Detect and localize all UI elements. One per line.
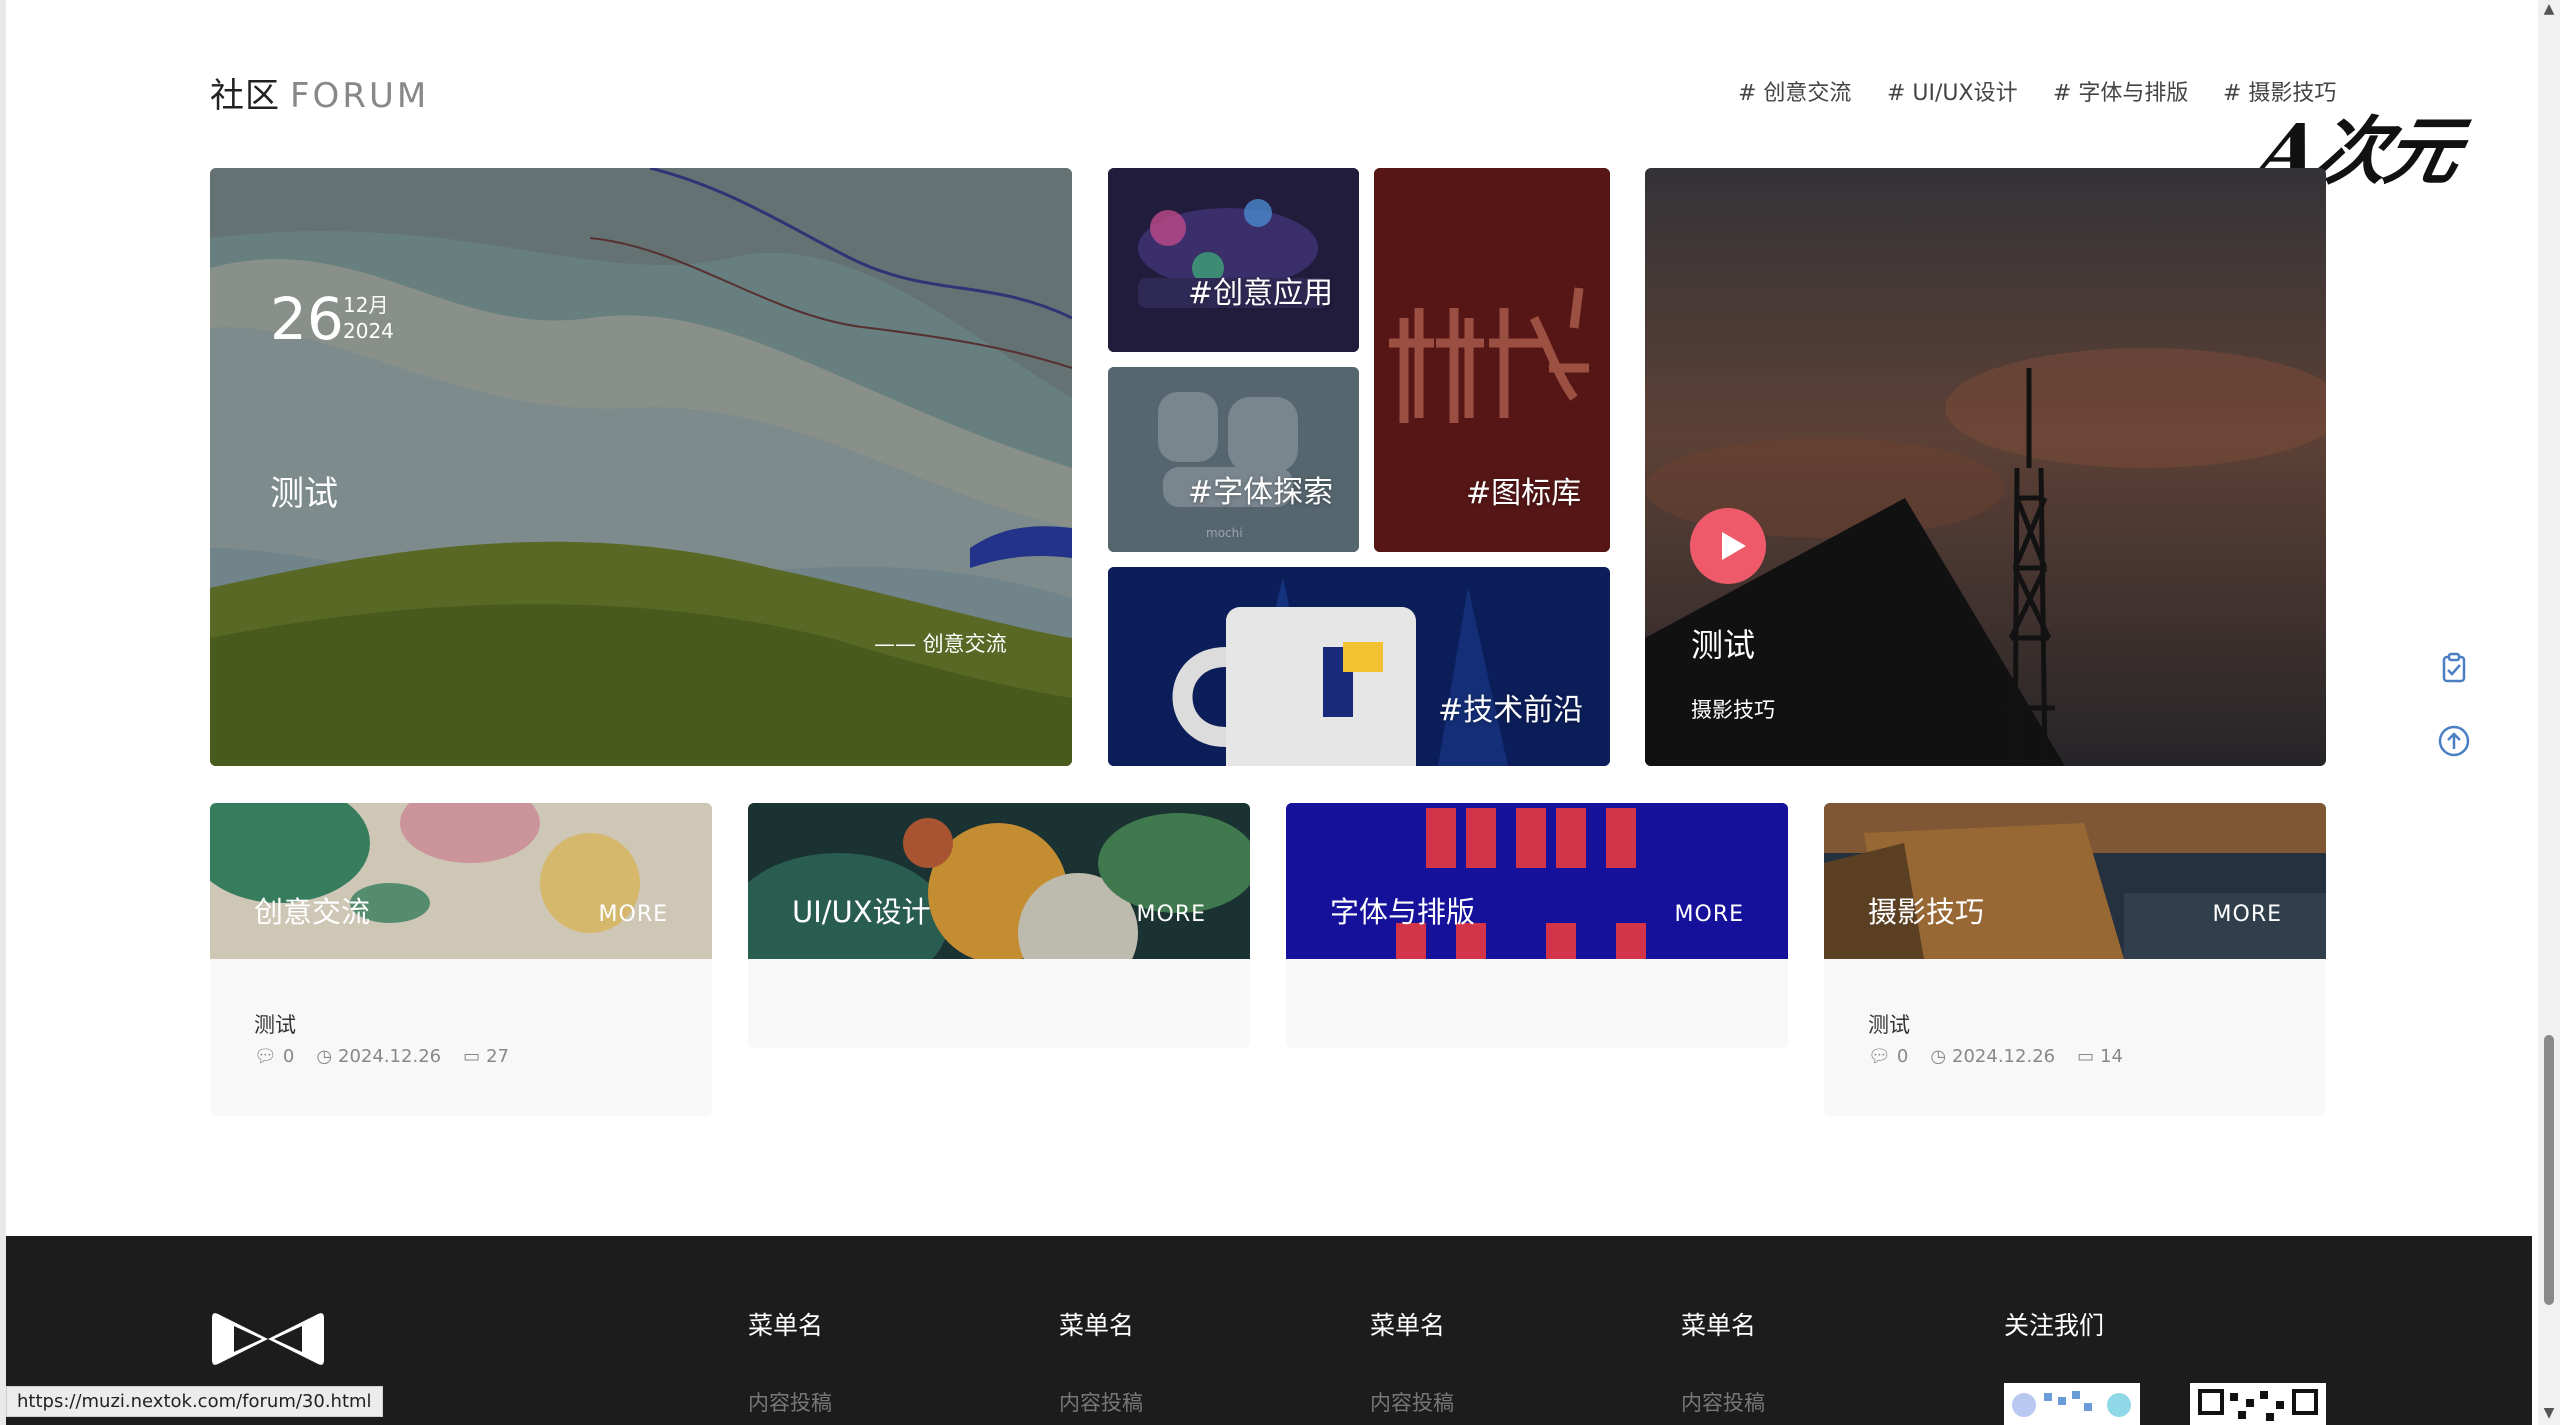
video-post-card[interactable] bbox=[1645, 168, 2326, 766]
tag-link-typography[interactable]: # 字体与排版 bbox=[2053, 75, 2188, 107]
footer-qr-code-2[interactable] bbox=[2190, 1383, 2326, 1425]
video-category[interactable]: 摄影技巧 bbox=[1691, 694, 1775, 724]
scroll-down-arrow-icon[interactable]: ▼ bbox=[2542, 1406, 2556, 1420]
category-post-meta: 💬︎ 0 ◷ 2024.12.26 ▭ 27 bbox=[254, 1046, 509, 1067]
clock-icon: ◷ bbox=[1930, 1046, 1947, 1067]
footer-qr-code-1[interactable] bbox=[2004, 1383, 2140, 1425]
comment-icon: 💬︎ bbox=[1868, 1046, 1891, 1067]
category-photography-art bbox=[1824, 803, 2326, 959]
category-banner-typography: 字体与排版 MORE bbox=[1286, 803, 1788, 959]
footer-menu-head-3[interactable]: 菜单名 bbox=[1370, 1306, 1445, 1342]
tag-link-uiux[interactable]: # UI/UX设计 bbox=[1887, 75, 2018, 107]
featured-date-month: 12月 bbox=[343, 293, 389, 317]
book-icon: ▭ bbox=[2077, 1046, 2095, 1067]
category-name-uiux: UI/UX设计 bbox=[792, 895, 931, 929]
view-count: 14 bbox=[2100, 1046, 2124, 1067]
featured-post-card[interactable] bbox=[210, 168, 1072, 766]
back-to-top-icon[interactable] bbox=[2436, 723, 2472, 759]
tile-icon-library-label: #图标库 bbox=[1466, 476, 1582, 511]
status-bar-url: https://muzi.nextok.com/forum/30.html bbox=[6, 1386, 383, 1417]
comment-count: 0 bbox=[1896, 1046, 1909, 1067]
footer-menu-item-4[interactable]: 内容投稿 bbox=[1681, 1387, 1765, 1417]
forum-heading: 社区 FORUM bbox=[210, 68, 429, 117]
category-typography-art bbox=[1286, 803, 1788, 959]
page-left-border bbox=[0, 0, 6, 1425]
category-uiux-art bbox=[748, 803, 1250, 959]
category-more-photography[interactable]: MORE bbox=[2213, 902, 2282, 927]
footer-menu-item-2[interactable]: 内容投稿 bbox=[1059, 1387, 1143, 1417]
footer-menu-head-4[interactable]: 菜单名 bbox=[1681, 1306, 1756, 1342]
post-date: 2024.12.26 bbox=[1952, 1046, 2056, 1067]
category-name-creative: 创意交流 bbox=[254, 895, 371, 929]
tile-tech-frontier-art bbox=[1108, 567, 1610, 766]
category-card-uiux[interactable]: UI/UX设计 MORE bbox=[748, 803, 1250, 1048]
featured-illustration bbox=[210, 168, 1072, 766]
site-footer bbox=[6, 1236, 2532, 1425]
tile-font-explore-art: mochi bbox=[1108, 367, 1359, 552]
forum-title-en: FORUM bbox=[290, 76, 430, 116]
comment-icon: 💬︎ bbox=[254, 1046, 277, 1067]
category-post-title[interactable]: 测试 bbox=[254, 1009, 296, 1039]
footer-menu-head-2[interactable]: 菜单名 bbox=[1059, 1306, 1134, 1342]
tile-tech-frontier[interactable]: #技术前沿 bbox=[1108, 567, 1610, 766]
featured-date-monthyear: 12月 2024 bbox=[343, 292, 394, 344]
category-banner-uiux: UI/UX设计 MORE bbox=[748, 803, 1250, 959]
footer-menu-head-1[interactable]: 菜单名 bbox=[748, 1306, 823, 1342]
category-card-typography[interactable]: 字体与排版 MORE bbox=[1286, 803, 1788, 1048]
category-post-title[interactable]: 测试 bbox=[1868, 1009, 1910, 1039]
tile-font-explore-watermark: mochi bbox=[1206, 526, 1243, 540]
footer-menu-item-3[interactable]: 内容投稿 bbox=[1370, 1387, 1454, 1417]
category-more-uiux[interactable]: MORE bbox=[1137, 902, 1206, 927]
tag-link-creative[interactable]: # 创意交流 bbox=[1738, 75, 1851, 107]
tile-creative-apps[interactable]: #创意应用 bbox=[1108, 168, 1359, 352]
play-icon bbox=[1722, 532, 1746, 560]
tile-creative-apps-art bbox=[1108, 168, 1359, 352]
tile-tech-frontier-label: #技术前沿 bbox=[1438, 693, 1584, 728]
video-thumbnail bbox=[1645, 168, 2326, 766]
featured-date-day: 26 bbox=[270, 285, 344, 353]
featured-date-year: 2024 bbox=[343, 319, 394, 343]
tile-icon-library[interactable]: #图标库 bbox=[1374, 168, 1610, 552]
category-post-meta: 💬︎ 0 ◷ 2024.12.26 ▭ 14 bbox=[1868, 1046, 2123, 1067]
scrollbar-thumb[interactable] bbox=[2544, 1035, 2554, 1305]
tile-creative-apps-label: #创意应用 bbox=[1188, 276, 1334, 311]
category-more-creative[interactable]: MORE bbox=[599, 902, 668, 927]
view-count: 27 bbox=[486, 1046, 510, 1067]
category-card-photography[interactable]: 摄影技巧 MORE 测试 💬︎ 0 ◷ 2024.12.26 ▭ 14 bbox=[1824, 803, 2326, 1116]
footer-menu-item-1[interactable]: 内容投稿 bbox=[748, 1387, 832, 1417]
category-name-photography: 摄影技巧 bbox=[1868, 895, 1985, 929]
comment-count: 0 bbox=[282, 1046, 295, 1067]
category-card-creative[interactable]: 创意交流 MORE 测试 💬︎ 0 ◷ 2024.12.26 ▭ 27 bbox=[210, 803, 712, 1116]
category-banner-creative: 创意交流 MORE bbox=[210, 803, 712, 959]
book-icon: ▭ bbox=[463, 1046, 481, 1067]
category-creative-art bbox=[210, 803, 712, 959]
category-name-typography: 字体与排版 bbox=[1330, 895, 1476, 929]
footer-logo-icon[interactable] bbox=[210, 1308, 326, 1370]
clipboard-check-icon[interactable] bbox=[2436, 650, 2472, 686]
featured-title[interactable]: 测试 bbox=[270, 466, 338, 515]
tile-font-explore-label: #字体探索 bbox=[1188, 475, 1334, 510]
scroll-up-arrow-icon[interactable]: ▲ bbox=[2542, 2, 2556, 16]
category-more-typography[interactable]: MORE bbox=[1675, 902, 1744, 927]
featured-category[interactable]: —— 创意交流 bbox=[874, 628, 1007, 658]
tile-font-explore[interactable]: mochi #字体探索 bbox=[1108, 367, 1359, 552]
footer-follow-head: 关注我们 bbox=[2004, 1311, 2105, 1340]
post-date: 2024.12.26 bbox=[338, 1046, 442, 1067]
clock-icon: ◷ bbox=[316, 1046, 333, 1067]
forum-title-cn: 社区 bbox=[210, 76, 280, 116]
video-title[interactable]: 测试 bbox=[1691, 620, 1755, 666]
category-banner-photography: 摄影技巧 MORE bbox=[1824, 803, 2326, 959]
